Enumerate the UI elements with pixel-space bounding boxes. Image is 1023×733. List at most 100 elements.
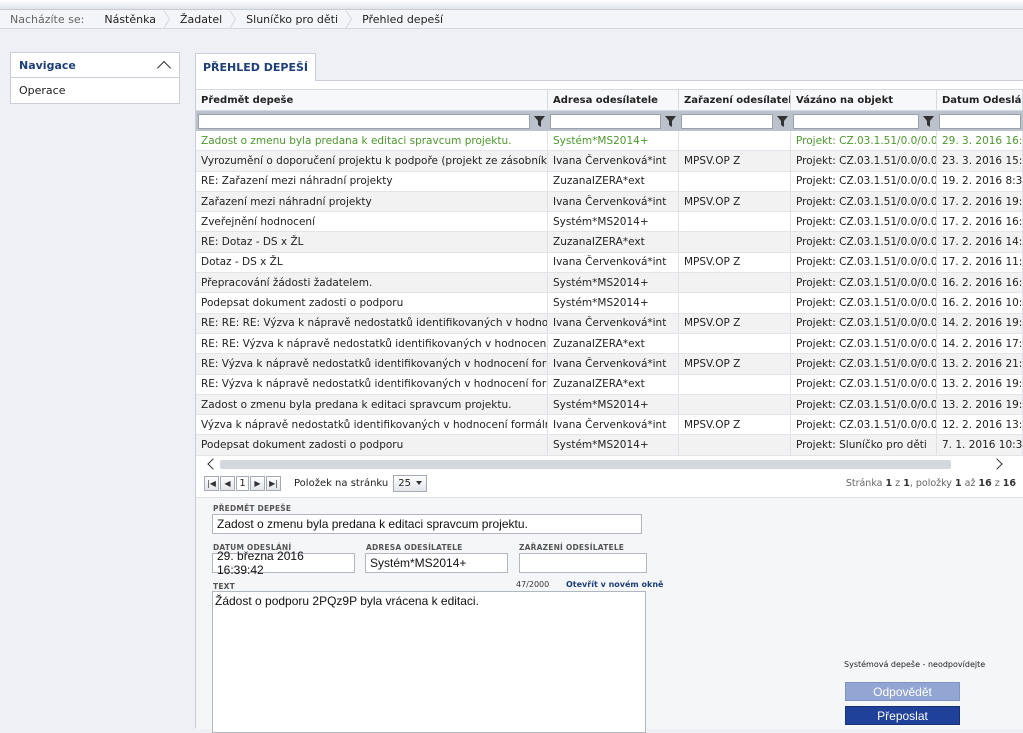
scroll-left-icon[interactable] [207,458,219,470]
breadcrumb-item-zadatel[interactable]: Žadatel [170,10,237,29]
table-row[interactable]: Zveřejnění hodnocení Systém*MS2014+ Projek… [196,212,1023,233]
cell-date: 13. 2. 2016 21:47 [937,354,1023,374]
page-number[interactable]: 1 [236,475,249,491]
next-page-icon[interactable]: ▶ [250,475,265,491]
grid-header: Předmět depeše Adresa odesílatele Zařaze… [196,89,1023,111]
cell-object: Projekt: CZ.03.1.51/0.0/0.0/1... [791,252,937,273]
table-row[interactable]: Zadost o zmenu byla predana k editaci sp… [196,394,1023,416]
pager-info-page: 1 [885,477,893,489]
cell-sender-class: MPSV.OP Z [679,354,791,374]
filter-input-sender[interactable] [550,113,661,129]
table-row[interactable]: Dotaz - DS x ŽL Ivana Červenková*int MPSV.… [196,252,1023,274]
table-row[interactable]: Podepsat dokument zadosti o podporu Systé… [196,293,1023,314]
breadcrumb-item-project[interactable]: Sluníčko pro děti [236,10,352,29]
cell-sender: ZuzanaIZERA*ext [548,171,679,191]
open-in-new-window-link[interactable]: Otevřít v novém okně [566,580,663,589]
column-header-sender-class[interactable]: Zařazení odesílatele [679,90,791,110]
cell-subject: Přepracování žádosti žadatelem. [196,273,548,293]
cell-date: 17. 2. 2016 14:37 [937,232,1023,252]
cell-sender-class [679,293,791,313]
navigation-title: Navigace [19,58,76,72]
cell-subject: Zadost o zmenu byla predana k editaci sp… [196,131,548,151]
navigation-panel: Navigace Operace [10,52,180,104]
cell-object: Projekt: CZ.03.1.51/0.0/0.0/1... [791,293,937,313]
cell-sender-class [679,435,791,455]
cell-subject: Zadost o zmenu byla predana k editaci sp… [196,394,548,415]
column-header-object[interactable]: Vázáno na objekt [791,90,937,110]
cell-subject: Podepsat dokument zadosti o podporu [196,293,548,313]
cell-sender: Ivana Červenková*int [548,313,679,333]
cell-subject: RE: Zařazení mezi náhradní projekty [196,171,548,191]
forward-button[interactable]: Přeposlat [845,706,960,725]
date-field[interactable]: 29. března 2016 16:39:42 [212,549,355,577]
filter-icon[interactable] [921,114,935,128]
cell-sender: Ivana Červenková*int [548,191,679,212]
table-row[interactable]: Zadost o zmenu byla predana k editaci sp… [196,131,1023,152]
column-header-sender[interactable]: Adresa odesílatele [548,90,679,110]
cell-subject: RE: Dotaz - DS x ŽL [196,232,548,252]
cell-sender: Ivana Červenková*int [548,151,679,171]
filter-input-date[interactable] [939,113,1021,129]
cell-sender: Systém*MS2014+ [548,273,679,293]
filter-input-object[interactable] [793,113,919,129]
cell-subject: Podepsat dokument zadosti o podporu [196,435,548,455]
cell-object: Projekt: CZ.03.1.51/0.0/0.0/1... [791,415,937,435]
table-row[interactable]: Vyrozumění o doporučení projektu k podpo… [196,151,1023,172]
chevron-down-icon [416,481,423,485]
pager-info-to-word: až [964,477,976,489]
table-row[interactable]: RE: Výzva k nápravě nedostatků identifik… [196,354,1023,375]
column-header-subject[interactable]: Předmět depeše [196,90,548,110]
cell-sender: Ivana Červenková*int [548,252,679,273]
filter-icon[interactable] [663,114,677,128]
table-row[interactable]: RE: Dotaz - DS x ŽL ZuzanaIZERA*ext Projek… [196,232,1023,253]
table-row[interactable]: RE: Zařazení mezi náhradní projekty Zuzan… [196,171,1023,192]
scroll-right-icon[interactable] [991,458,1003,470]
cell-sender-class [679,273,791,293]
per-page-value: 25 [398,477,411,489]
filter-row [196,111,1023,131]
sender-field[interactable]: Systém*MS2014+ [365,553,508,573]
filter-icon[interactable] [532,114,546,128]
subject-field[interactable]: Zadost o zmenu byla predana k editaci sp… [212,514,642,534]
table-row[interactable]: RE: RE: Výzva k nápravě nedostatků ident… [196,333,1023,355]
tab-prehled-depesi[interactable]: PŘEHLED DEPEŠÍ [195,53,316,81]
filter-input-subject[interactable] [198,113,530,129]
cell-object: Projekt: CZ.03.1.51/0.0/0.0/1... [791,191,937,212]
prev-page-icon[interactable]: ◀ [220,475,235,491]
navigation-header[interactable]: Navigace [11,53,179,78]
table-row[interactable]: Zařazení mezi náhradní projekty Ivana Čer… [196,191,1023,213]
sender-class-field[interactable] [519,553,647,573]
grid-body: Zadost o zmenu byla predana k editaci sp… [196,131,1023,456]
per-page-select[interactable]: 25 [393,474,428,492]
cell-date: 19. 2. 2016 8:34 [937,171,1023,191]
text-label: TEXT [213,582,235,591]
cell-sender-class [679,232,791,252]
table-row[interactable]: Výzva k nápravě nedostatků identifikovan… [196,415,1023,436]
cell-sender: Ivana Červenková*int [548,354,679,374]
first-page-icon[interactable]: |◀ [204,475,219,491]
last-page-icon[interactable]: ▶| [266,475,281,491]
scrollbar-thumb[interactable] [220,460,951,469]
cell-object: Projekt: CZ.03.1.51/0.0/0.0/1... [791,212,937,232]
chevron-up-icon[interactable] [156,60,172,75]
cell-sender-class [679,171,791,191]
horizontal-scrollbar[interactable] [196,457,1023,472]
table-row[interactable]: Podepsat dokument zadosti o podporu Systé… [196,435,1023,456]
nav-item-operace[interactable]: Operace [11,78,179,103]
filter-icon[interactable] [775,114,789,128]
reply-button[interactable]: Odpovědět [845,682,960,701]
cell-object: Projekt: CZ.03.1.51/0.0/0.0/1... [791,313,937,333]
message-text-area[interactable]: Žádost o podporu 2PQz9P byla vrácena k e… [212,591,646,733]
table-row[interactable]: RE: RE: RE: Výzva k nápravě nedostatků i… [196,313,1023,334]
cell-date: 17. 2. 2016 19:19 [937,191,1023,212]
cell-sender: Systém*MS2014+ [548,212,679,232]
breadcrumb-item-nastenka[interactable]: Nástěnka [94,10,170,29]
filter-input-sender-class[interactable] [681,113,773,129]
column-header-date[interactable]: Datum Odeslání [937,90,1023,110]
table-row[interactable]: RE: Výzva k nápravě nedostatků identifik… [196,374,1023,395]
cell-date: 23. 3. 2016 15:02 [937,151,1023,171]
table-row[interactable]: Přepracování žádosti žadatelem. Systém*MS… [196,273,1023,294]
pager-info-pages: 1 [903,477,910,489]
top-band [0,0,1023,10]
cell-sender-class [679,374,791,394]
